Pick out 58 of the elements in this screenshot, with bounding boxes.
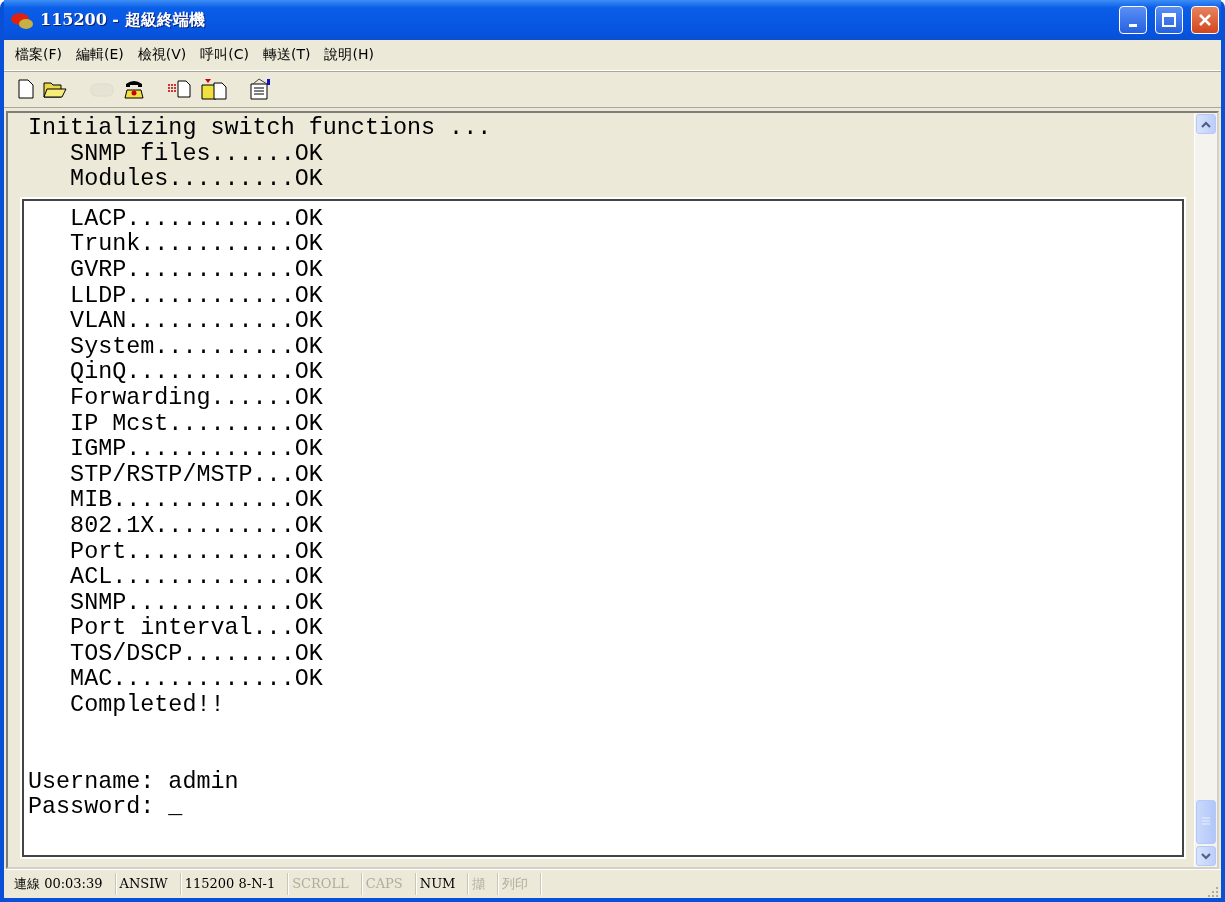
terminal-line: LLDP............OK [69,283,324,310]
properties-icon [249,78,273,100]
terminal-line: Password: _ [28,795,184,821]
chevron-down-icon [1201,852,1211,860]
terminal-line: LACP............OK [69,206,324,232]
terminal-line: Port interval...OK [69,616,324,642]
terminal-line: Username: admin [28,769,240,795]
resize-grip-icon [1207,886,1219,898]
terminal-line: SNMP............OK [69,590,324,616]
status-text: 連線 00:03:39 [10,873,116,895]
menu-item[interactable]: 檢視(V) [130,43,194,67]
status-text: 列印 [498,873,542,895]
status-text: ANSIW [115,873,181,895]
status-text: 115200 8-N-1 [180,873,289,895]
close-icon [1197,12,1213,28]
folder-icon [43,79,67,99]
minimize-icon [1129,23,1137,27]
maximize-icon [1161,12,1177,28]
menu-item[interactable]: 檔案(F) [8,43,69,67]
chevron-up-icon [1201,120,1211,128]
terminal-line: GVRP............OK [69,257,324,284]
terminal-line: IP Mcst.........OK [69,411,324,438]
terminal-line: VLAN............OK [69,309,324,335]
terminal-line: STP/RSTP/MSTP...OK [69,462,324,489]
window-title: 115200 - 超級終端機 [40,9,206,31]
terminal-line: Forwarding......OK [69,385,324,412]
terminal-line: QinQ............OK [69,360,324,386]
menu-item[interactable]: 轉送(T) [256,43,318,67]
terminal-line: ACL.............OK [69,565,324,591]
terminal-line: MIB.............OK [69,488,324,514]
terminal-line: Initializing switch functions ... [28,116,493,142]
menu-item[interactable]: 編輯(E) [69,43,131,67]
close-button[interactable] [1191,6,1219,34]
terminal-line: System..........OK [69,334,324,360]
terminal-line: TOS/DSCP........OK [69,641,324,668]
terminal-line: Port............OK [69,539,324,566]
maximize-button[interactable] [1155,6,1183,34]
page-send-icon [167,79,193,99]
scroll-down-button[interactable] [1196,846,1216,866]
scroll-thumb[interactable] [1196,800,1216,844]
terminal-line: Trunk...........OK [69,232,324,258]
terminal-line: Modules.........OK [69,167,324,193]
status-text: SCROLL [288,873,362,895]
menu-item[interactable]: 說明(H) [317,43,381,67]
blank-page-icon [17,79,35,99]
terminal-line: Completed!! [69,693,226,719]
menu-item[interactable]: 呼叫(C) [193,43,256,67]
status-text: NUM [415,873,469,895]
grip-icon [1201,817,1211,827]
terminal-line: 802.1X..........OK [69,513,324,540]
minimize-button[interactable] [1119,6,1147,34]
status-text: CAPS [361,873,416,895]
scrollbar[interactable] [1194,113,1217,867]
terminal-line: IGMP............OK [69,437,324,463]
terminal-line: SNMP files......OK [69,141,324,167]
folder-icon [201,78,227,100]
scroll-up-button[interactable] [1196,114,1216,134]
terminal-line: MAC.............OK [69,667,324,693]
